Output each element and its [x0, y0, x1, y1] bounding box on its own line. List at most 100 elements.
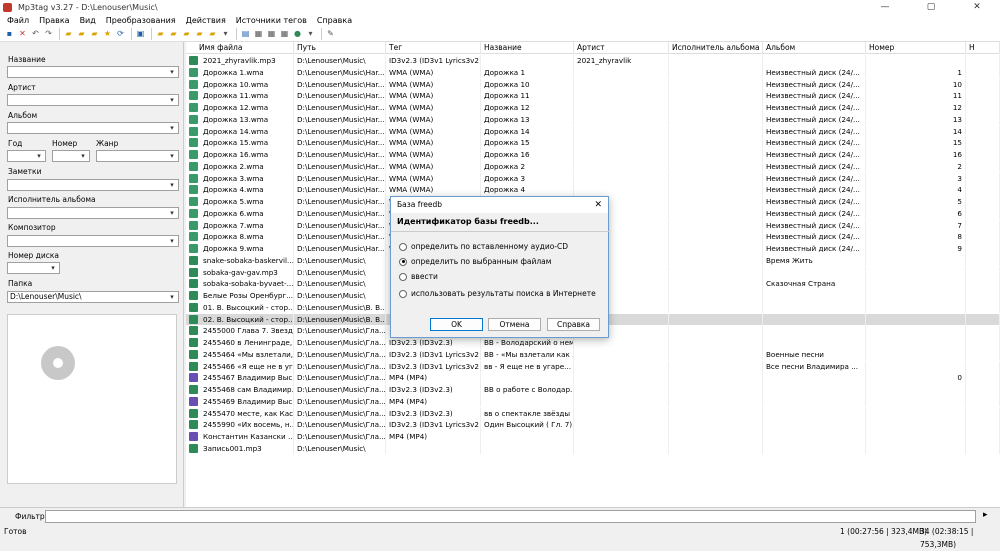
table-row[interactable]: Константин Казански ... D:\Lenouser\Music…: [186, 431, 1000, 443]
table-row[interactable]: Дорожка 14.wma D:\Lenouser\Music\Har... WM…: [186, 125, 1000, 138]
musicbrainz-icon[interactable]: ▦: [279, 28, 290, 39]
table-cell: Дорожка 5.wma: [200, 196, 294, 208]
refresh-icon[interactable]: ⟳: [115, 28, 126, 39]
option-enter[interactable]: ввести: [399, 272, 438, 281]
table-cell: 2455469 Владимир Выс...: [200, 395, 294, 408]
table-row[interactable]: Дорожка 15.wma D:\Lenouser\Music\Har... WM…: [186, 137, 1000, 149]
table-cell: D:\Lenouser\Music\Har...: [294, 231, 386, 243]
menu-edit[interactable]: Правка: [34, 16, 74, 25]
tag-tag-icon[interactable]: ▰: [181, 28, 192, 39]
freedb-icon[interactable]: ▦: [253, 28, 264, 39]
column-header[interactable]: Альбом: [763, 42, 866, 54]
undo-icon[interactable]: ↶: [30, 28, 41, 39]
table-row[interactable]: Дорожка 12.wma D:\Lenouser\Music\Har... WM…: [186, 102, 1000, 114]
minimize-button[interactable]: —: [862, 0, 908, 14]
album-artist-field[interactable]: ▾: [7, 207, 179, 219]
table-row[interactable]: 2021_zhyravlik.mp3 D:\Lenouser\Music\ ID3v…: [186, 55, 1000, 67]
globe-icon[interactable]: ●: [292, 28, 303, 39]
menu-actions[interactable]: Действия: [181, 16, 231, 25]
table-row[interactable]: Дорожка 13.wma D:\Lenouser\Music\Har... WM…: [186, 113, 1000, 126]
dialog-close-button[interactable]: ✕: [594, 197, 602, 213]
title-field[interactable]: ▾: [7, 66, 179, 78]
album-field[interactable]: ▾: [7, 122, 179, 134]
open-folder-icon[interactable]: ▰: [63, 28, 74, 39]
disc-number-field[interactable]: ▾: [7, 262, 60, 274]
table-row[interactable]: 2455470 месте, как Кас... D:\Lenouser\Mus…: [186, 407, 1000, 420]
tag-to-filename-icon[interactable]: ▣: [135, 28, 146, 39]
tag-sources-icon[interactable]: ▤: [240, 28, 251, 39]
menu-convert[interactable]: Преобразования: [101, 16, 181, 25]
cancel-button[interactable]: Отмена: [488, 318, 541, 331]
comment-field[interactable]: ▾: [7, 179, 179, 191]
table-row[interactable]: 2455990 «Их восемь, н... D:\Lenouser\Musi…: [186, 419, 1000, 431]
column-header[interactable]: Тег: [386, 42, 481, 54]
table-row[interactable]: Дорожка 2.wma D:\Lenouser\Music\Har... WMA…: [186, 160, 1000, 173]
menu-view[interactable]: Вид: [75, 16, 101, 25]
radio-button-selected[interactable]: [399, 257, 407, 266]
help-button[interactable]: Справка: [547, 318, 600, 331]
table-cell: [763, 431, 866, 443]
column-header[interactable]: Имя файла: [196, 42, 294, 54]
favorites-star-icon[interactable]: ★: [102, 28, 113, 39]
composer-field[interactable]: ▾: [7, 235, 179, 247]
radio-button[interactable]: [399, 242, 407, 251]
table-row[interactable]: 2455460 в Ленинграде, ... D:\Lenouser\Mus…: [186, 337, 1000, 349]
maximize-button[interactable]: ▢: [908, 0, 954, 14]
playlist-icon[interactable]: ▰: [89, 28, 100, 39]
track-field[interactable]: ▾: [52, 150, 90, 162]
column-header[interactable]: Н: [966, 42, 1000, 54]
column-header[interactable]: Номер: [866, 42, 966, 54]
close-button[interactable]: ✕: [954, 0, 1000, 14]
table-row[interactable]: Дорожка 1.wma D:\Lenouser\Music\Har... WMA…: [186, 66, 1000, 79]
genre-field[interactable]: ▾: [96, 150, 179, 162]
menu-help[interactable]: Справка: [312, 16, 357, 25]
menu-tag-sources[interactable]: Источники тегов: [231, 16, 312, 25]
year-field[interactable]: ▾: [7, 150, 46, 162]
discogs-icon[interactable]: ▦: [266, 28, 277, 39]
table-row[interactable]: 2455469 Владимир Выс... D:\Lenouser\Music…: [186, 395, 1000, 408]
table-row[interactable]: 2455468 сам Владимир... D:\Lenouser\Music…: [186, 384, 1000, 396]
table-cell: WMA (WMA): [386, 102, 481, 114]
table-row[interactable]: Дорожка 4.wma D:\Lenouser\Music\Har... WMA…: [186, 184, 1000, 196]
add-folder-icon[interactable]: ▰: [76, 28, 87, 39]
artist-field[interactable]: ▾: [7, 94, 179, 106]
save-icon[interactable]: ▪: [4, 28, 15, 39]
audio-file-icon: [189, 126, 198, 136]
folder-field[interactable]: D:\Lenouser\Music\ ▾: [7, 291, 179, 303]
column-header[interactable]: Название: [481, 42, 574, 54]
table-cell: Дорожка 3: [481, 172, 574, 185]
text-file-icon[interactable]: ▰: [194, 28, 205, 39]
table-row[interactable]: 2455467 Владимир Выс... D:\Lenouser\Music…: [186, 372, 1000, 384]
filter-arrow-icon[interactable]: ▸: [983, 510, 988, 520]
option-internet-search[interactable]: использовать результаты поиска в Интерне…: [399, 289, 596, 298]
table-cell: [574, 113, 669, 126]
table-row[interactable]: Дорожка 11.wma D:\Lenouser\Music\Har... WM…: [186, 90, 1000, 102]
filename-to-tag-icon[interactable]: ▰: [155, 28, 166, 39]
ok-button[interactable]: OK: [430, 318, 483, 331]
convert-icon[interactable]: ▰: [168, 28, 179, 39]
option-selected-files[interactable]: определить по выбранным файлам: [399, 257, 551, 266]
table-cell: [669, 313, 763, 326]
wrench-icon[interactable]: ✎: [325, 28, 336, 39]
redo-icon[interactable]: ↷: [43, 28, 54, 39]
table-row[interactable]: Дорожка 10.wma D:\Lenouser\Music\Har... WM…: [186, 78, 1000, 91]
actions-icon[interactable]: ▾: [220, 28, 231, 39]
delete-icon[interactable]: ✕: [17, 28, 28, 39]
chevron-down-icon[interactable]: ▾: [305, 28, 316, 39]
table-row[interactable]: 2455466 «Я еще не в уг... D:\Lenouser\Mus…: [186, 360, 1000, 373]
filter-input[interactable]: [45, 510, 976, 523]
table-row[interactable]: Дорожка 16.wma D:\Lenouser\Music\Har... WM…: [186, 149, 1000, 161]
radio-button[interactable]: [399, 272, 407, 281]
cover-art-box[interactable]: [7, 314, 177, 484]
export-icon[interactable]: ▰: [207, 28, 218, 39]
table-row[interactable]: 2455464 «Мы взлетали,... D:\Lenouser\Musi…: [186, 348, 1000, 361]
radio-button[interactable]: [399, 289, 407, 298]
column-header[interactable]: Путь: [294, 42, 386, 54]
option-audio-cd[interactable]: определить по вставленному аудио-CD: [399, 242, 568, 251]
table-row[interactable]: Запись001.mp3 D:\Lenouser\Music\: [186, 442, 1000, 455]
table-row[interactable]: Дорожка 3.wma D:\Lenouser\Music\Har... WMA…: [186, 172, 1000, 185]
table-cell: [669, 102, 763, 114]
column-header[interactable]: Артист: [574, 42, 669, 54]
column-header[interactable]: Исполнитель альбома: [669, 42, 763, 54]
menu-file[interactable]: Файл: [2, 16, 34, 25]
